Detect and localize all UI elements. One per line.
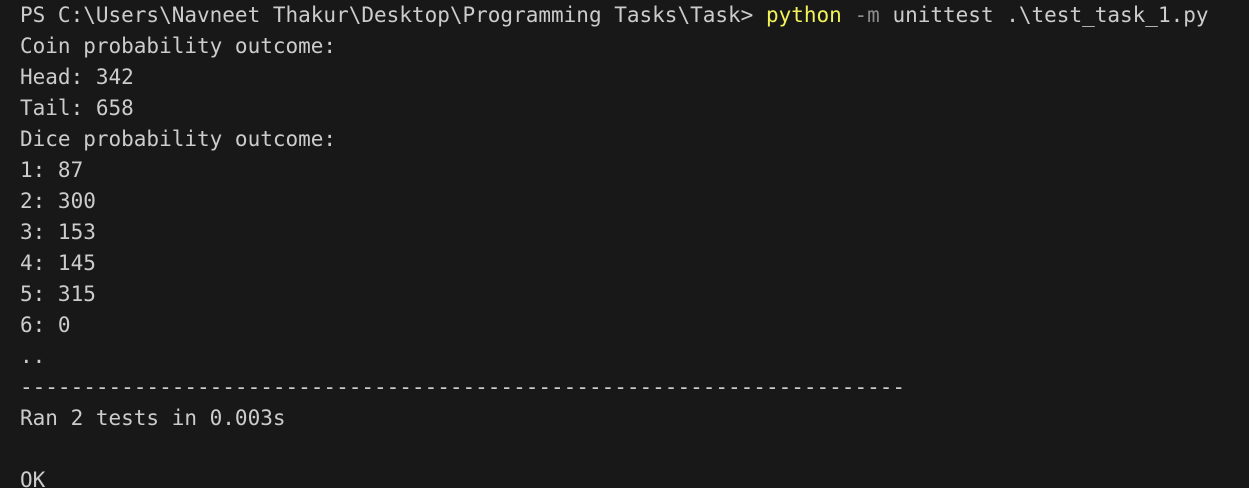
output-line: OK xyxy=(20,468,46,488)
output-line: 6: 0 xyxy=(20,313,71,337)
output-line: 1: 87 xyxy=(20,158,84,182)
command-program: python xyxy=(765,3,842,27)
output-line: Dice probability outcome: xyxy=(20,127,337,151)
command-flag: -m xyxy=(854,3,880,27)
prompt-text: PS C:\Users\Navneet Thakur\Desktop\Progr… xyxy=(20,3,754,27)
terminal-panel[interactable]: PS C:\Users\Navneet Thakur\Desktop\Progr… xyxy=(0,0,1249,488)
output-line: Tail: 658 xyxy=(20,96,134,120)
separator-line: ----------------------------------------… xyxy=(20,375,906,399)
command-line: PS C:\Users\Navneet Thakur\Desktop\Progr… xyxy=(20,0,1209,31)
output-line: Head: 342 xyxy=(20,65,134,89)
output-line: Coin probability outcome: xyxy=(20,34,337,58)
output-line: 4: 145 xyxy=(20,251,96,275)
command-args: unittest .\test_task_1.py xyxy=(892,3,1209,27)
output-line: 5: 315 xyxy=(20,282,96,306)
output-line: 3: 153 xyxy=(20,220,96,244)
output-line: 2: 300 xyxy=(20,189,96,213)
output-line: Ran 2 tests in 0.003s xyxy=(20,406,286,430)
output-line: .. xyxy=(20,344,46,368)
